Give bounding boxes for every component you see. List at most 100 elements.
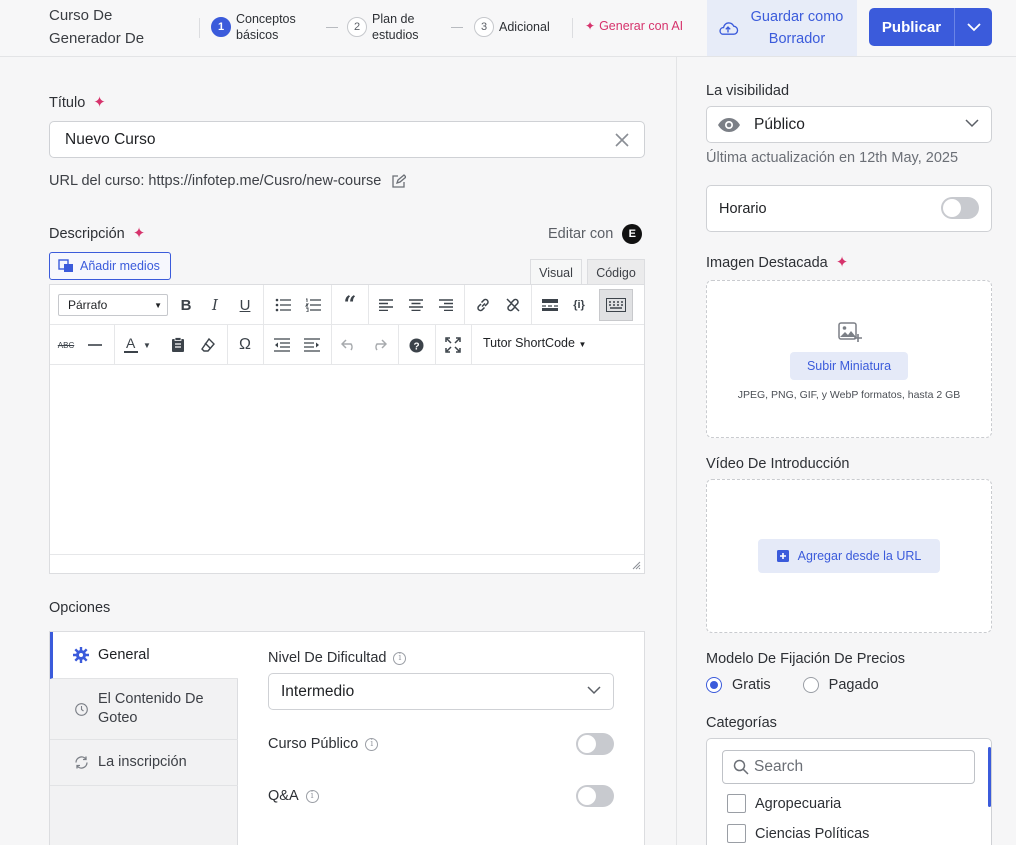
bullet-list-icon[interactable] [271,293,295,317]
info-icon[interactable]: i [393,651,407,665]
difficulty-label-row: Nivel De Dificultad i [268,650,407,666]
toolbar-divider [331,285,332,325]
add-media-button[interactable]: Añadir medios [49,252,171,280]
align-left-icon[interactable] [374,293,398,317]
help-icon[interactable]: ? [404,333,428,357]
visibility-select[interactable]: Público [706,106,992,143]
category-checkbox[interactable] [727,824,746,843]
chevron-down-icon [965,119,979,128]
tab-visual[interactable]: Visual [530,259,582,285]
toolbar-divider [471,325,472,365]
upload-thumbnail-button[interactable]: Subir Miniatura [790,352,908,380]
generate-ai-button[interactable]: ✦ Generar con AI [585,19,683,33]
toolbar-divider [114,325,115,365]
qa-label-row: Q&A i [268,788,319,804]
category-label: Ciencias Políticas [755,825,870,842]
category-item[interactable]: Agropecuaria [727,794,841,813]
options-tab-enrollment[interactable]: La inscripción [50,740,238,786]
options-tab-drip-content[interactable]: El Contenido De Goteo [50,679,238,740]
description-label-row: Descripción ✦ [49,224,145,242]
qa-toggle[interactable] [576,785,614,807]
generate-ai-label: Generar con AI [599,19,684,33]
outdent-icon[interactable] [270,333,294,357]
align-center-icon[interactable] [404,293,428,317]
publish-menu-button[interactable] [955,22,992,32]
pricing-label: Modelo De Fijación De Precios [706,651,906,667]
sparkle-icon: ✦ [585,19,596,33]
categories-search-input[interactable]: Search [722,750,975,784]
radio-paid[interactable] [802,677,819,693]
info-icon[interactable]: i [365,737,379,751]
publish-button[interactable]: Publicar [869,19,954,36]
read-more-icon[interactable] [538,293,562,317]
options-tab-label: General [98,646,150,663]
horizontal-line-icon[interactable] [83,333,107,357]
save-draft-button[interactable]: Guardar como Borrador [707,0,857,56]
radio-dot [710,681,718,689]
featured-image-dropzone[interactable]: Subir Miniatura JPEG, PNG, GIF, y WebP f… [706,280,992,438]
radio-free[interactable] [706,677,722,693]
qa-label: Q&A [268,788,299,804]
options-tab-label: El Contenido De Goteo [98,691,204,726]
cloud-upload-icon [719,22,739,35]
public-course-toggle[interactable] [576,733,614,755]
toggle-knob [943,199,961,217]
step-connector [326,27,338,28]
indent-icon[interactable] [300,333,324,357]
fullscreen-icon[interactable] [441,333,465,357]
step-2[interactable]: 2 Plan de estudios [347,11,432,43]
scrollbar[interactable] [988,747,991,807]
keyboard-icon [606,298,626,312]
ai-sparkle-icon[interactable]: ✦ [836,253,849,271]
toggle-knob [578,735,596,753]
options-tab-label: La inscripción [98,754,187,770]
category-checkbox[interactable] [727,794,746,813]
unlink-icon[interactable] [501,293,525,317]
paste-text-icon[interactable] [166,333,190,357]
tutor-shortcode-menu[interactable]: Tutor ShortCode ▼ [483,336,586,350]
edit-with-elementor[interactable]: Editar con E [548,224,643,244]
search-placeholder: Search [754,758,804,775]
redo-icon[interactable] [367,333,391,357]
options-tab-general[interactable]: General [50,632,238,679]
resize-handle-icon[interactable] [632,561,641,570]
text-color-icon[interactable]: A [120,333,142,357]
clear-icon[interactable] [615,132,629,147]
italic-icon[interactable]: I [203,293,227,317]
edit-icon[interactable] [391,173,407,189]
title-input[interactable]: Nuevo Curso [49,121,645,158]
code-block-icon[interactable]: {i} [567,293,591,317]
dropdown-arrow-icon: ▼ [154,301,162,310]
add-from-url-button[interactable]: Agregar desde la URL [758,539,940,573]
dropdown-arrow-icon[interactable]: ▼ [141,333,153,357]
toolbar-divider [531,285,532,325]
difficulty-select[interactable]: Intermedio [268,673,614,710]
bold-icon[interactable]: B [174,293,198,317]
underline-icon[interactable]: U [233,293,257,317]
clear-formatting-icon[interactable] [196,333,220,357]
chevron-down-icon [966,23,981,32]
toolbar-divider [368,285,369,325]
undo-icon[interactable] [337,333,361,357]
strikethrough-icon[interactable]: ABC [54,333,78,357]
ai-sparkle-icon[interactable]: ✦ [133,224,146,242]
ai-sparkle-icon[interactable]: ✦ [93,93,106,111]
align-right-icon[interactable] [434,293,458,317]
toolbar-toggle-button[interactable] [599,289,633,321]
schedule-toggle[interactable] [941,197,979,219]
category-item[interactable]: Ciencias Políticas [727,824,869,843]
info-icon[interactable]: i [305,789,319,803]
save-draft-label: Guardar como Borrador [750,9,844,47]
step-1[interactable]: 1 Conceptos básicos [211,11,316,43]
refresh-icon [72,755,90,770]
featured-image-label: Imagen Destacada [706,255,828,271]
step-label: Plan de estudios [372,12,419,42]
numbered-list-icon[interactable] [301,293,325,317]
tab-code[interactable]: Código [587,259,645,285]
paragraph-format-select[interactable]: Párrafo ▼ [58,294,168,316]
gear-icon [72,647,90,663]
blockquote-icon[interactable]: “ [338,292,362,318]
link-icon[interactable] [471,293,495,317]
special-character-icon[interactable]: Ω [233,333,257,357]
step-3[interactable]: 3 Adicional [474,17,569,37]
